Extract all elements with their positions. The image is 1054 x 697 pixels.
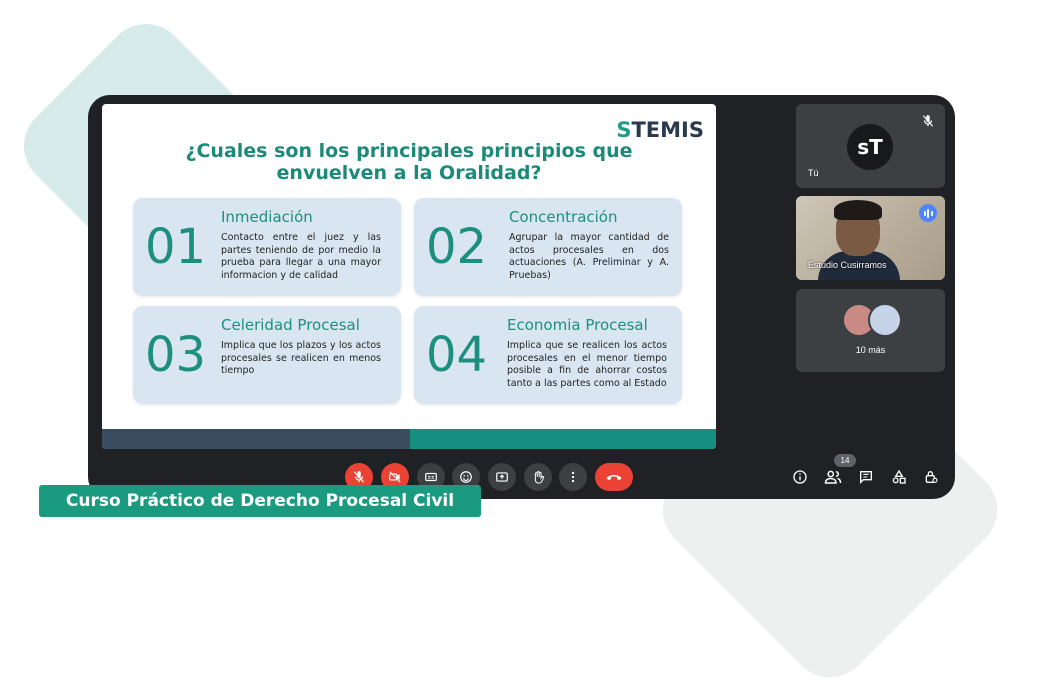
- people-icon: [824, 470, 842, 484]
- principle-card: 03 Celeridad Procesal Implica que los pl…: [133, 306, 401, 404]
- slide-footer-bar: [102, 429, 410, 449]
- card-title: Celeridad Procesal: [221, 316, 360, 334]
- emoji-icon: [460, 471, 472, 483]
- present-icon: [496, 472, 508, 482]
- tile-label: Tú: [808, 168, 819, 178]
- activities-icon: [892, 469, 906, 484]
- tile-label: Estudio Cusirramos: [808, 260, 887, 270]
- raise-hand-button[interactable]: [524, 463, 552, 491]
- card-number: 01: [145, 219, 207, 275]
- course-title-banner: Curso Práctico de Derecho Procesal Civil: [39, 485, 481, 517]
- card-description: Implica que se realicen los actos proces…: [507, 340, 667, 389]
- card-description: Agrupar la mayor cantidad de actos proce…: [509, 232, 669, 281]
- raise-hand-icon: [534, 470, 544, 484]
- stemis-logo: STEMIS: [616, 118, 704, 142]
- avatar: [868, 303, 902, 337]
- speaking-indicator-icon: [919, 204, 937, 222]
- end-call-icon: [606, 474, 622, 480]
- mic-off-icon: [922, 115, 934, 127]
- card-number: 04: [426, 327, 488, 383]
- principle-card: 02 Concentración Agrupar la mayor cantid…: [414, 198, 682, 296]
- people-button[interactable]: [822, 466, 844, 488]
- chat-button[interactable]: [855, 466, 877, 488]
- more-icon: [571, 471, 575, 483]
- captions-icon: [425, 472, 437, 482]
- card-title: Inmediación: [221, 208, 313, 226]
- mic-off-icon: [353, 471, 365, 483]
- self-tile[interactable]: sT Tú: [796, 104, 945, 188]
- host-controls-icon: [925, 471, 938, 483]
- end-call-button[interactable]: [595, 463, 633, 491]
- speaker-tile[interactable]: Estudio Cusirramos: [796, 196, 945, 280]
- card-description: Implica que los plazos y los actos proce…: [221, 340, 381, 376]
- slide-footer-bar: [410, 429, 716, 449]
- tile-label: 10 más: [855, 345, 886, 355]
- more-options-button[interactable]: [559, 463, 587, 491]
- chat-icon: [860, 471, 872, 484]
- card-title: Concentración: [509, 208, 618, 226]
- activities-button[interactable]: [888, 466, 910, 488]
- camera-off-icon: [389, 471, 401, 483]
- info-icon: [793, 470, 807, 484]
- host-controls-button[interactable]: [920, 466, 942, 488]
- present-button[interactable]: [488, 463, 516, 491]
- card-description: Contacto entre el juez y las partes teni…: [221, 232, 381, 281]
- meeting-info-button[interactable]: [789, 466, 811, 488]
- card-title: Economia Procesal: [507, 316, 648, 334]
- slide-title: ¿Cuales son los principales principios q…: [185, 140, 633, 184]
- card-number: 03: [145, 327, 207, 383]
- card-number: 02: [426, 219, 488, 275]
- more-participants-tile[interactable]: 10 más: [796, 289, 945, 372]
- principle-card: 01 Inmediación Contacto entre el juez y …: [133, 198, 401, 296]
- principle-card: 04 Economia Procesal Implica que se real…: [414, 306, 682, 404]
- avatar: sT: [847, 124, 893, 170]
- presentation-slide: STEMIS ¿Cuales son los principales princ…: [102, 104, 716, 449]
